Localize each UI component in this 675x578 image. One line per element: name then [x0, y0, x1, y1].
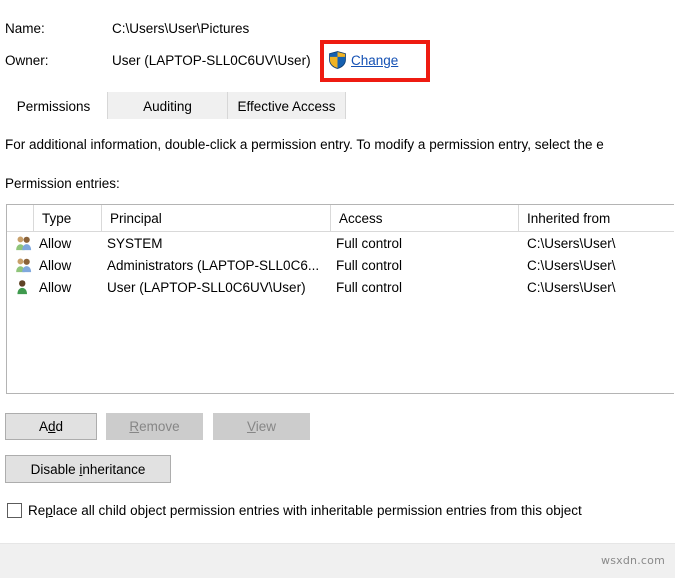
- table-row[interactable]: Allow User (LAPTOP-SLL0C6UV\User) Full c…: [7, 276, 674, 298]
- change-link[interactable]: Change: [351, 53, 398, 68]
- column-header-access-label: Access: [339, 211, 383, 226]
- row-inherited-from: C:\Users\User\: [527, 232, 674, 254]
- name-label: Name:: [5, 21, 112, 36]
- group-users-icon: [15, 257, 33, 273]
- tabstrip-filler: [346, 92, 675, 120]
- view-button-label: View: [247, 419, 276, 434]
- listview-header: Type Principal Access Inherited from: [7, 205, 674, 232]
- add-button[interactable]: Add: [5, 413, 97, 440]
- column-header-type[interactable]: Type: [33, 205, 101, 231]
- permission-entries-label: Permission entries:: [5, 176, 120, 191]
- tab-permissions-label: Permissions: [17, 99, 91, 114]
- replace-child-permissions-checkbox[interactable]: [7, 503, 22, 518]
- tab-effective-access-label: Effective Access: [237, 99, 335, 114]
- view-button[interactable]: View: [213, 413, 310, 440]
- permission-entries-listview[interactable]: Type Principal Access Inherited from All…: [6, 204, 674, 394]
- row-inherited-from: C:\Users\User\: [527, 276, 674, 298]
- uac-shield-icon: [329, 51, 346, 69]
- add-button-label: Add: [39, 419, 63, 434]
- row-inherited-from: C:\Users\User\: [527, 254, 674, 276]
- row-access: Full control: [336, 232, 518, 254]
- remove-button-label: Remove: [129, 419, 179, 434]
- listview-body: Allow SYSTEM Full control C:\Users\User\…: [7, 232, 674, 298]
- table-row[interactable]: Allow SYSTEM Full control C:\Users\User\: [7, 232, 674, 254]
- row-principal: SYSTEM: [107, 232, 332, 254]
- table-row[interactable]: Allow Administrators (LAPTOP-SLL0C6... F…: [7, 254, 674, 276]
- footer-bar: wsxdn.com: [0, 543, 675, 578]
- tab-effective-access[interactable]: Effective Access: [228, 92, 346, 120]
- owner-value: User (LAPTOP-SLL0C6UV\User): [112, 53, 311, 68]
- remove-button[interactable]: Remove: [106, 413, 203, 440]
- tabstrip-underline: [0, 119, 675, 120]
- column-header-type-label: Type: [42, 211, 71, 226]
- owner-label: Owner:: [5, 53, 112, 68]
- info-text: For additional information, double-click…: [5, 137, 675, 152]
- change-owner-control[interactable]: Change: [329, 49, 398, 71]
- column-header-inherited-from-label: Inherited from: [527, 211, 610, 226]
- column-header-inherited-from[interactable]: Inherited from: [518, 205, 674, 231]
- tab-auditing-label: Auditing: [143, 99, 192, 114]
- group-users-icon: [15, 235, 33, 251]
- row-icon-cell: [13, 276, 35, 298]
- replace-child-permissions-label[interactable]: Replace all child object permission entr…: [28, 503, 582, 518]
- row-principal: User (LAPTOP-SLL0C6UV\User): [107, 276, 332, 298]
- row-type: Allow: [39, 254, 101, 276]
- row-type: Allow: [39, 276, 101, 298]
- disable-inheritance-button-label: Disable inheritance: [31, 462, 146, 477]
- tabstrip: Permissions Auditing Effective Access: [0, 92, 675, 120]
- disable-inheritance-button[interactable]: Disable inheritance: [5, 455, 171, 483]
- single-user-icon: [15, 279, 33, 295]
- row-principal: Administrators (LAPTOP-SLL0C6...: [107, 254, 332, 276]
- replace-child-permissions-row[interactable]: Replace all child object permission entr…: [7, 500, 582, 520]
- row-icon-cell: [13, 232, 35, 254]
- row-access: Full control: [336, 276, 518, 298]
- row-type: Allow: [39, 232, 101, 254]
- tab-permissions[interactable]: Permissions: [0, 92, 108, 120]
- name-row: Name: C:\Users\User\Pictures: [5, 16, 670, 40]
- name-value: C:\Users\User\Pictures: [112, 21, 249, 36]
- row-icon-cell: [13, 254, 35, 276]
- column-header-principal-label: Principal: [110, 211, 162, 226]
- column-header-principal[interactable]: Principal: [101, 205, 330, 231]
- column-header-icon[interactable]: [7, 205, 33, 231]
- column-header-access[interactable]: Access: [330, 205, 518, 231]
- tab-auditing[interactable]: Auditing: [108, 92, 228, 120]
- row-access: Full control: [336, 254, 518, 276]
- watermark: wsxdn.com: [601, 554, 665, 567]
